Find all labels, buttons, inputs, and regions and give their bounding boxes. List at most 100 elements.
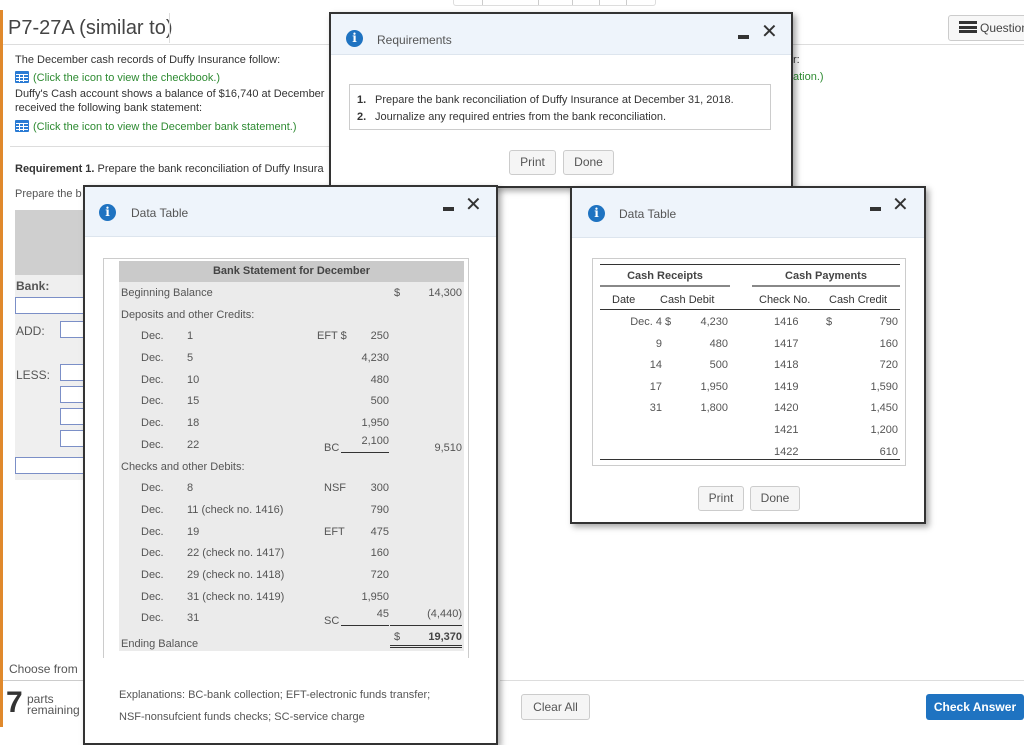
less-item-input-2[interactable] xyxy=(60,386,85,403)
cash-credit-amount: 1,450 xyxy=(870,402,898,415)
title-divider xyxy=(169,13,170,43)
check-number: 1418 xyxy=(774,359,799,372)
prepare-instruction: Prepare the b xyxy=(15,188,82,200)
ending-balance-row: Ending Balance $ 19,370 xyxy=(119,629,464,651)
check-row: Dec. 31 SC 45 (4,440) xyxy=(119,607,464,629)
bank-balance-input[interactable] xyxy=(15,297,85,314)
month: Dec. xyxy=(141,330,164,343)
receipt-date: Dec. 4 xyxy=(630,316,662,328)
month: Dec. xyxy=(141,417,164,430)
less-item-input-1[interactable] xyxy=(60,364,85,381)
amount: 300 xyxy=(370,482,389,495)
parts-remaining-label: parts remaining xyxy=(27,693,80,716)
checks-heading-row: Checks and other Debits: xyxy=(119,456,464,478)
day: 8 xyxy=(187,482,194,495)
choose-from-label: Choose from xyxy=(9,662,78,676)
close-icon[interactable]: ✕ xyxy=(892,195,909,215)
bank-statement-link-text[interactable]: (Click the icon to view the December ban… xyxy=(33,121,297,133)
day: 10 xyxy=(187,373,200,386)
requirement-item: 2. Journalize any required entries from t… xyxy=(357,109,770,126)
requirement-text: Prepare the bank reconciliation of Duffy… xyxy=(375,94,734,106)
explanation-line-1: Explanations: BC-bank collection; EFT-el… xyxy=(119,689,431,701)
code: NSF xyxy=(324,482,346,495)
table-bottom-rule xyxy=(600,459,900,460)
cash-debit-amount: 500 xyxy=(709,359,728,372)
column-header-row: Date Cash Debit Check No. Cash Credit xyxy=(600,290,900,310)
print-button[interactable]: Print xyxy=(698,486,744,511)
amount: 790 xyxy=(370,503,389,516)
subtotal: 9,510 xyxy=(434,441,462,454)
checkbook-link[interactable]: (Click the icon to view the checkbook.) xyxy=(15,71,220,84)
cash-credit-amount: 1,200 xyxy=(870,424,898,436)
intro-partial-link[interactable]: ation.) xyxy=(793,71,824,83)
clear-all-button[interactable]: Clear All xyxy=(521,694,590,720)
check-number: 1417 xyxy=(774,337,799,350)
check-number: 1419 xyxy=(774,380,799,393)
receipt-date: 17 xyxy=(649,380,662,393)
check-row: Dec. 22 (check no. 1417) 160 xyxy=(119,542,464,564)
day: 1 xyxy=(187,330,194,343)
cash-debit-amount: 4,230 xyxy=(700,316,728,328)
requirement-label: Requirement 1. xyxy=(15,163,95,175)
top-toolbar-strip xyxy=(0,0,1024,10)
cash-debit-column-header: Cash Debit xyxy=(660,294,715,306)
less-item-input-3[interactable] xyxy=(60,408,85,425)
amount: 1,950 xyxy=(361,590,389,603)
receipt-date: 14 xyxy=(649,359,662,372)
less-label: LESS: xyxy=(16,368,51,382)
month: Dec. xyxy=(141,438,164,451)
checkbook-dialog-header: i Data Table ✕ xyxy=(572,188,924,238)
check-row: Dec. 29 (check no. 1418) 720 xyxy=(119,564,464,586)
ending-balance-value: 19,370 xyxy=(390,631,462,648)
check-number: 1422 xyxy=(774,445,799,458)
less-item-input-4[interactable] xyxy=(60,430,85,447)
top-tab-group[interactable] xyxy=(453,0,656,6)
cash-credit-amount: 160 xyxy=(879,337,898,350)
check-answer-button[interactable]: Check Answer xyxy=(926,694,1024,720)
print-button[interactable]: Print xyxy=(509,150,556,175)
currency-symbol: $ xyxy=(394,287,401,299)
bank-statement-link[interactable]: (Click the icon to view the December ban… xyxy=(15,120,297,133)
bank-statement-title: Bank Statement for December xyxy=(119,261,464,282)
minimize-icon[interactable] xyxy=(870,207,881,211)
info-icon: i xyxy=(346,30,363,47)
table-grid-icon[interactable] xyxy=(15,71,29,83)
minimize-icon[interactable] xyxy=(738,35,749,39)
adjusted-bank-balance-input[interactable] xyxy=(15,457,85,474)
check-number: 1421 xyxy=(774,424,799,436)
day: 5 xyxy=(187,352,194,365)
left-accent-bar xyxy=(0,10,3,727)
close-icon[interactable]: ✕ xyxy=(465,195,482,215)
day: 22 (check no. 1417) xyxy=(187,547,285,560)
date-column-header: Date xyxy=(612,294,636,306)
check-row: Dec. 8 NSF 300 xyxy=(119,477,464,499)
minimize-icon[interactable] xyxy=(443,207,454,211)
requirement-number: 1. xyxy=(357,94,367,106)
check-row: Dec. 19 EFT 475 xyxy=(119,521,464,543)
code: SC xyxy=(324,615,340,628)
checkbook-link-text[interactable]: (Click the icon to view the checkbook.) xyxy=(33,72,220,84)
info-icon: i xyxy=(588,205,605,222)
month: Dec. xyxy=(141,612,164,625)
check-no-column-header: Check No. xyxy=(759,294,811,306)
amount: 160 xyxy=(370,547,389,560)
done-button[interactable]: Done xyxy=(563,150,614,175)
table-top-rule xyxy=(600,264,900,265)
cash-credit-amount: 720 xyxy=(879,359,898,372)
done-button[interactable]: Done xyxy=(750,486,800,511)
table-grid-icon[interactable] xyxy=(15,120,29,132)
intro-line-3: received the following bank statement: xyxy=(15,102,203,114)
code: EFT xyxy=(324,525,345,538)
month: Dec. xyxy=(141,525,164,538)
add-item-input[interactable] xyxy=(60,321,85,338)
cash-credit-amount: 790 xyxy=(879,316,898,328)
month: Dec. xyxy=(141,395,164,408)
question-menu-button[interactable]: Question xyxy=(948,15,1024,41)
month: Dec. xyxy=(141,352,164,365)
day: 19 xyxy=(187,525,200,538)
beginning-balance-label: Beginning Balance xyxy=(121,287,213,299)
requirement-item: 1. Prepare the bank reconciliation of Duf… xyxy=(357,92,770,109)
bank-statement-dialog-header: i Data Table ✕ xyxy=(85,187,496,237)
close-icon[interactable]: ✕ xyxy=(761,22,778,42)
cash-credit-column-header: Cash Credit xyxy=(829,294,888,306)
